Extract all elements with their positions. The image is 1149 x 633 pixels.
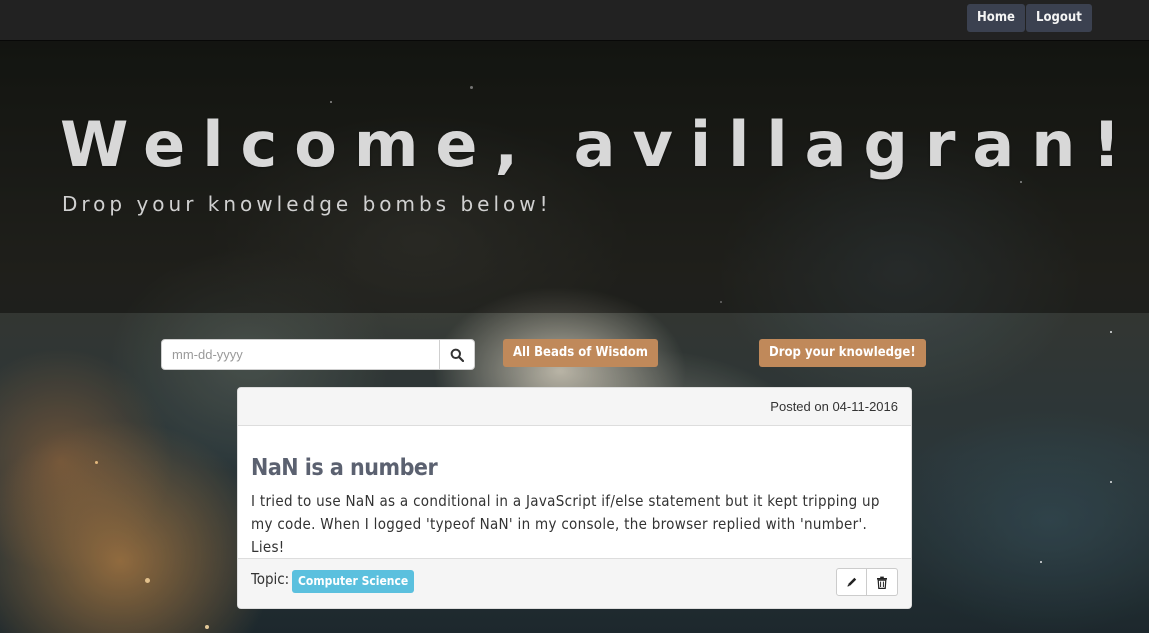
- topic-label: Topic:: [251, 570, 290, 588]
- search-icon: [450, 348, 464, 362]
- pencil-icon: [846, 577, 856, 587]
- date-search-input[interactable]: [161, 339, 440, 370]
- trash-icon: [877, 576, 887, 589]
- edit-button[interactable]: [836, 568, 867, 596]
- post-body: I tried to use NaN as a conditional in a…: [251, 492, 880, 556]
- post-title: NaN is a number: [251, 455, 438, 481]
- drop-knowledge-button[interactable]: Drop your knowledge!: [759, 339, 926, 367]
- topic-badge: Computer Science: [292, 570, 415, 593]
- search-button[interactable]: [439, 339, 475, 370]
- posted-date: Posted on 04-11-2016: [770, 399, 898, 414]
- post-card: Posted on 04-11-2016 NaN is a number I t…: [237, 387, 912, 609]
- navbar: Home Logout: [0, 0, 1149, 41]
- post-card-header: Posted on 04-11-2016: [238, 388, 911, 426]
- logout-button[interactable]: Logout: [1026, 4, 1092, 32]
- welcome-heading: Welcome, avillagran!: [60, 108, 1138, 181]
- post-card-footer: Topic: Computer Science: [238, 558, 911, 608]
- welcome-subtitle: Drop your knowledge bombs below!: [62, 192, 552, 216]
- all-beads-button[interactable]: All Beads of Wisdom: [503, 339, 658, 367]
- delete-button[interactable]: [867, 568, 898, 596]
- home-button[interactable]: Home: [967, 4, 1025, 32]
